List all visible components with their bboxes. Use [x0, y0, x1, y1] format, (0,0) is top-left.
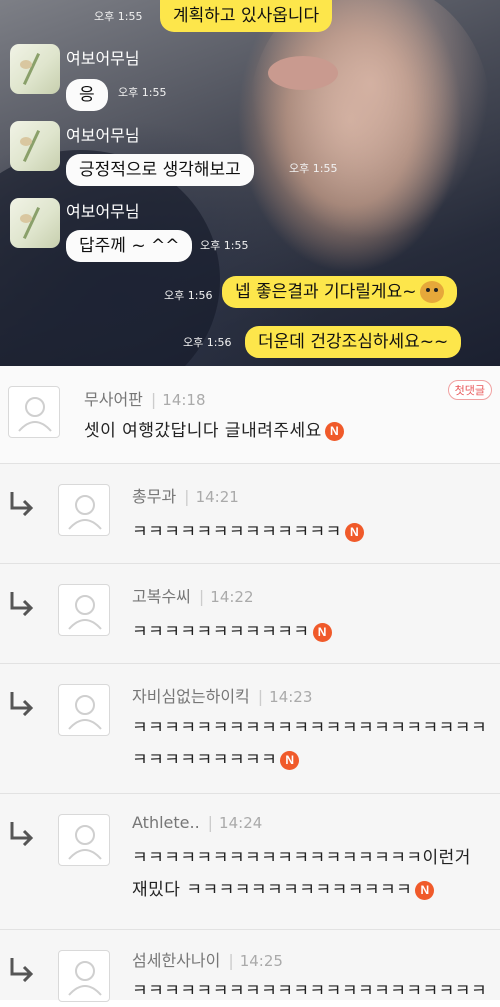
message-time: 오후 1:56: [164, 289, 213, 302]
message-bubble: 응: [66, 79, 108, 111]
face-shadow: [250, 0, 490, 240]
message-bubble: 더운데 건강조심하세요~~: [245, 326, 462, 358]
comment-author[interactable]: 섬세한사나이 | 14:25: [132, 947, 283, 971]
comment-text: ㅋㅋㅋㅋㅋㅋㅋㅋㅋㅋㅋㅋㅋ N: [132, 517, 364, 548]
sender-name: 여보어무님: [66, 202, 140, 221]
new-badge: N: [312, 623, 332, 642]
message-bubble: 넵 좋은결과 기다릴게요~: [222, 276, 458, 308]
message-time: 오후 1:55: [94, 10, 143, 23]
sender-avatar[interactable]: [10, 44, 60, 94]
comment-item: 무사어판 | 14:18 첫댓글 셋이 여행갔답니다 글내려주세요 N: [0, 366, 500, 464]
reply-item: Athlete.. | 14:24 ㅋㅋㅋㅋㅋㅋㅋㅋㅋㅋㅋㅋㅋㅋㅋㅋㅋㅋ이런거 재밌…: [0, 794, 500, 930]
comment-author[interactable]: Athlete.. | 14:24: [132, 813, 262, 832]
comment-time: 14:25: [239, 952, 283, 970]
comment-text: ㅋㅋㅋㅋㅋㅋㅋㅋㅋㅋㅋㅋㅋㅋㅋㅋㅋㅋㅋㅋㅋㅋ: [132, 718, 488, 738]
default-avatar-icon[interactable]: [8, 386, 60, 438]
lips: [268, 56, 338, 90]
comment-text: ㅋㅋㅋㅋㅋㅋㅋㅋㅋㅋㅋㅋㅋㅋㅋㅋㅋㅋㅋㅋㅋㅋ: [132, 981, 488, 1001]
chat-screenshot: 오후 1:55 계획하고 있사옵니다 여보어무님 응 오후 1:55 여보어무님…: [0, 0, 500, 366]
default-avatar-icon[interactable]: [58, 484, 110, 536]
reply-arrow-icon: [10, 822, 34, 846]
comment-author[interactable]: 자비심없는하이킥 | 14:23: [132, 683, 312, 707]
new-badge: N: [280, 751, 300, 770]
reply-arrow-icon: [10, 692, 34, 716]
default-avatar-icon[interactable]: [58, 584, 110, 636]
comment-time: 14:23: [269, 688, 313, 706]
reply-item: 자비심없는하이킥 | 14:23 ㅋㅋㅋㅋㅋㅋㅋㅋㅋㅋㅋㅋㅋㅋㅋㅋㅋㅋㅋㅋㅋㅋ ㅋㅋ…: [0, 664, 500, 794]
new-badge: N: [344, 523, 364, 542]
first-comment-label: 첫댓글: [447, 380, 492, 400]
message-time: 오후 1:55: [118, 86, 167, 99]
message-text: 넵 좋은결과 기다릴게요~: [235, 282, 417, 302]
new-badge: N: [415, 881, 435, 900]
default-avatar-icon[interactable]: [58, 950, 110, 1002]
message-time: 오후 1:55: [200, 239, 249, 252]
reply-item: 고복수씨 | 14:22 ㅋㅋㅋㅋㅋㅋㅋㅋㅋㅋㅋ N: [0, 564, 500, 664]
reply-item: 섬세한사나이 | 14:25 ㅋㅋㅋㅋㅋㅋㅋㅋㅋㅋㅋㅋㅋㅋㅋㅋㅋㅋㅋㅋㅋㅋ: [0, 930, 500, 1002]
default-avatar-icon[interactable]: [58, 684, 110, 736]
comment-time: 14:24: [219, 814, 263, 832]
emoticon-icon: [420, 281, 445, 303]
reply-item: 총무과 | 14:21 ㅋㅋㅋㅋㅋㅋㅋㅋㅋㅋㅋㅋㅋ N: [0, 464, 500, 564]
comment-list: 무사어판 | 14:18 첫댓글 셋이 여행갔답니다 글내려주세요 N 총무과 | 14:…: [0, 366, 500, 1002]
comment-author[interactable]: 총무과 | 14:21: [132, 483, 239, 507]
comment-time: 14:21: [195, 488, 239, 506]
sender-avatar[interactable]: [10, 198, 60, 248]
reply-arrow-icon: [10, 592, 34, 616]
comment-text: ㅋㅋㅋㅋㅋㅋㅋㅋㅋㅋㅋㅋㅋㅋㅋㅋㅋㅋ이런거: [132, 848, 471, 868]
sender-name: 여보어무님: [66, 126, 140, 145]
reply-arrow-icon: [10, 492, 34, 516]
new-badge: N: [324, 422, 344, 441]
sender-name: 여보어무님: [66, 49, 140, 68]
comment-text: ㅋㅋㅋㅋㅋㅋㅋㅋㅋ N: [132, 745, 300, 776]
comment-text: 재밌다 ㅋㅋㅋㅋㅋㅋㅋㅋㅋㅋㅋㅋㅋㅋ N: [132, 875, 435, 906]
default-avatar-icon[interactable]: [58, 814, 110, 866]
message-bubble: 답주께 ~ ^^: [66, 230, 193, 262]
sender-avatar[interactable]: [10, 121, 60, 171]
message-bubble: 긍정적으로 생각해보고: [66, 154, 254, 186]
comment-text: 셋이 여행갔답니다 글내려주세요 N: [84, 416, 344, 447]
comment-time: 14:18: [162, 391, 206, 409]
comment-text: ㅋㅋㅋㅋㅋㅋㅋㅋㅋㅋㅋ N: [132, 617, 332, 648]
comment-author[interactable]: 고복수씨 | 14:22: [132, 583, 254, 607]
comment-time: 14:22: [210, 588, 254, 606]
reply-arrow-icon: [10, 958, 34, 982]
message-bubble: 계획하고 있사옵니다: [160, 0, 333, 32]
message-time: 오후 1:56: [183, 336, 232, 349]
message-time: 오후 1:55: [289, 162, 338, 175]
comment-author[interactable]: 무사어판 | 14:18: [84, 386, 206, 410]
